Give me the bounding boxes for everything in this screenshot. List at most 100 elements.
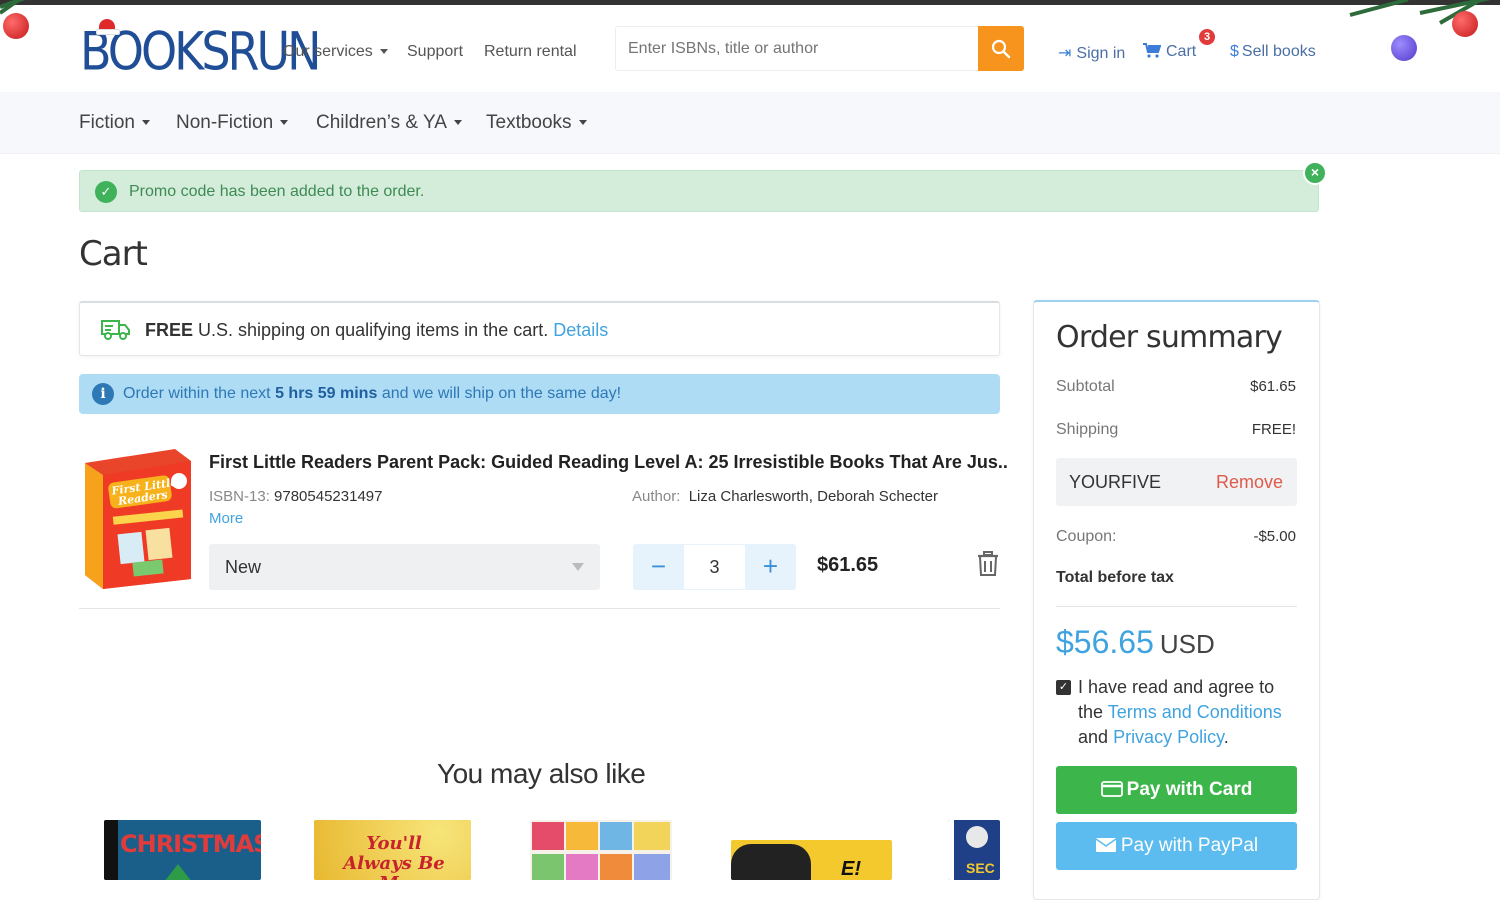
quantity-decrease-button[interactable]: − bbox=[633, 544, 684, 590]
caret-down-icon bbox=[578, 120, 587, 126]
cart-item-title[interactable]: First Little Readers Parent Pack: Guided… bbox=[209, 452, 1009, 473]
category-textbooks[interactable]: Textbooks bbox=[486, 112, 587, 134]
timer-prefix: Order within the next bbox=[123, 385, 271, 402]
recommendation-cover-text: You'll Always Be My bbox=[343, 833, 445, 881]
cart-item-author: Author: Liza Charlesworth, Deborah Schec… bbox=[632, 488, 938, 505]
terms-agreement: ✓ I have read and agree to the Terms and… bbox=[1056, 675, 1301, 750]
caret-down-icon bbox=[280, 120, 289, 126]
coupon-discount-value: -$5.00 bbox=[1253, 528, 1296, 545]
nav-support[interactable]: Support bbox=[407, 43, 463, 61]
pay-with-card-label: Pay with Card bbox=[1126, 779, 1253, 800]
shipping-details-link[interactable]: Details bbox=[553, 320, 608, 340]
cart-item-divider bbox=[79, 608, 1000, 609]
category-label: Non-Fiction bbox=[176, 112, 274, 133]
shipping-notice-body: U.S. shipping on qualifying items in the… bbox=[198, 320, 549, 340]
recommendation-book-5[interactable]: SEC bbox=[948, 820, 1000, 880]
envelope-icon bbox=[1095, 838, 1117, 852]
sign-in-label: Sign in bbox=[1076, 45, 1126, 62]
recommendation-cover-text: CHRISTMAS bbox=[120, 830, 261, 858]
cart-item-more-link[interactable]: More bbox=[209, 510, 243, 527]
recommendation-book-3[interactable] bbox=[530, 820, 672, 880]
check-circle-icon: ✓ bbox=[95, 181, 117, 203]
credit-card-icon bbox=[1100, 781, 1123, 797]
condition-select[interactable]: New bbox=[209, 544, 600, 590]
isbn-value: 9780545231497 bbox=[274, 488, 383, 505]
sell-books-label: Sell books bbox=[1241, 43, 1316, 60]
quantity-stepper: − 3 + bbox=[633, 544, 796, 590]
sign-in-icon: ⇥ bbox=[1058, 45, 1072, 62]
order-summary-panel: Order summary Subtotal $61.65 Shipping F… bbox=[1033, 300, 1320, 900]
pay-with-paypal-button[interactable]: Pay with PayPal bbox=[1056, 822, 1297, 870]
recommendations-title: You may also like bbox=[437, 758, 646, 789]
condition-selected-value: New bbox=[225, 557, 262, 577]
search-button[interactable] bbox=[978, 26, 1024, 71]
shipping-label: Shipping bbox=[1056, 421, 1119, 438]
category-label: Children’s & YA bbox=[316, 112, 447, 133]
category-label: Textbooks bbox=[486, 112, 572, 133]
shipping-notice-text: FREE U.S. shipping on qualifying items i… bbox=[145, 320, 608, 341]
recommendation-book-2[interactable]: You'll Always Be My bbox=[314, 820, 471, 880]
coupon-code: YOURFIVE bbox=[1069, 472, 1162, 492]
order-total: $56.65 USD bbox=[1056, 624, 1215, 661]
recommendation-book-4[interactable]: E! bbox=[731, 840, 892, 880]
cart-count-badge: 3 bbox=[1199, 29, 1215, 45]
search-input[interactable] bbox=[616, 27, 980, 70]
cart-link[interactable]: Cart bbox=[1143, 43, 1196, 61]
category-non-fiction[interactable]: Non-Fiction bbox=[176, 112, 289, 134]
trash-icon[interactable] bbox=[977, 551, 999, 577]
book-cover-image[interactable]: First Little Readers bbox=[79, 449, 191, 589]
total-before-tax-label: Total before tax bbox=[1056, 569, 1174, 586]
remove-coupon-button[interactable]: Remove bbox=[1216, 472, 1283, 493]
quantity-input[interactable]: 3 bbox=[684, 545, 745, 589]
summary-divider bbox=[1056, 606, 1297, 607]
pay-with-paypal-label: Pay with PayPal bbox=[1120, 835, 1259, 856]
nav-our-services[interactable]: Our services bbox=[283, 43, 388, 61]
promo-success-alert: ✓ Promo code has been added to the order… bbox=[79, 170, 1319, 212]
cart-item-price: $61.65 bbox=[817, 554, 879, 576]
agree-and-text: and bbox=[1078, 727, 1109, 747]
cart-icon bbox=[1143, 43, 1162, 58]
shipping-free-label: FREE bbox=[145, 320, 194, 340]
free-shipping-notice: FREE U.S. shipping on qualifying items i… bbox=[79, 301, 1000, 356]
timer-suffix: and we will ship on the same day! bbox=[381, 385, 622, 402]
category-fiction[interactable]: Fiction bbox=[79, 112, 150, 134]
timer-notice-text: Order within the next 5 hrs 59 mins and … bbox=[123, 385, 621, 403]
order-summary-title: Order summary bbox=[1056, 320, 1283, 355]
nav-our-services-label: Our services bbox=[283, 43, 373, 60]
category-label: Fiction bbox=[79, 112, 135, 133]
chevron-down-icon bbox=[572, 563, 584, 571]
close-icon[interactable]: × bbox=[1303, 161, 1327, 185]
order-total-value: $56.65 bbox=[1056, 624, 1154, 660]
terms-checkbox[interactable]: ✓ bbox=[1056, 680, 1071, 695]
shipping-value: FREE! bbox=[1251, 421, 1296, 438]
sign-in-link[interactable]: ⇥ Sign in bbox=[1058, 43, 1125, 63]
sell-books-link[interactable]: $ Sell books bbox=[1230, 43, 1316, 61]
isbn-label: ISBN-13: bbox=[209, 488, 270, 505]
coupon-label: Coupon: bbox=[1056, 528, 1117, 545]
recommendation-cover-text: E! bbox=[841, 858, 861, 880]
caret-down-icon bbox=[141, 120, 150, 126]
pay-with-card-button[interactable]: Pay with Card bbox=[1056, 766, 1297, 814]
category-childrens-ya[interactable]: Children’s & YA bbox=[316, 112, 462, 134]
promo-alert-message: Promo code has been added to the order. bbox=[129, 183, 425, 200]
same-day-shipping-notice: i Order within the next 5 hrs 59 mins an… bbox=[79, 374, 1000, 414]
privacy-policy-link[interactable]: Privacy Policy bbox=[1113, 727, 1224, 747]
applied-coupon: YOURFIVE Remove bbox=[1056, 458, 1297, 506]
booksrun-logo[interactable]: BOOKSRUN bbox=[80, 19, 322, 82]
nav-return-rental[interactable]: Return rental bbox=[484, 43, 577, 61]
author-label: Author: bbox=[632, 488, 681, 505]
recommendation-book-1[interactable]: CHRISTMAS bbox=[104, 820, 261, 880]
caret-down-icon bbox=[379, 49, 388, 55]
quantity-increase-button[interactable]: + bbox=[745, 544, 796, 590]
search-icon bbox=[991, 39, 1011, 58]
page-title: Cart bbox=[79, 234, 148, 274]
category-nav: Fiction Non-Fiction Children’s & YA Text… bbox=[0, 92, 1500, 154]
subtotal-label: Subtotal bbox=[1056, 378, 1115, 395]
subtotal-value: $61.65 bbox=[1250, 378, 1296, 395]
order-total-currency: USD bbox=[1159, 629, 1215, 659]
agree-period: . bbox=[1223, 727, 1229, 747]
recommendation-cover-text: SEC bbox=[966, 860, 995, 876]
cart-label: Cart bbox=[1166, 43, 1197, 60]
caret-down-icon bbox=[453, 120, 462, 126]
terms-link[interactable]: Terms and Conditions bbox=[1108, 702, 1282, 722]
